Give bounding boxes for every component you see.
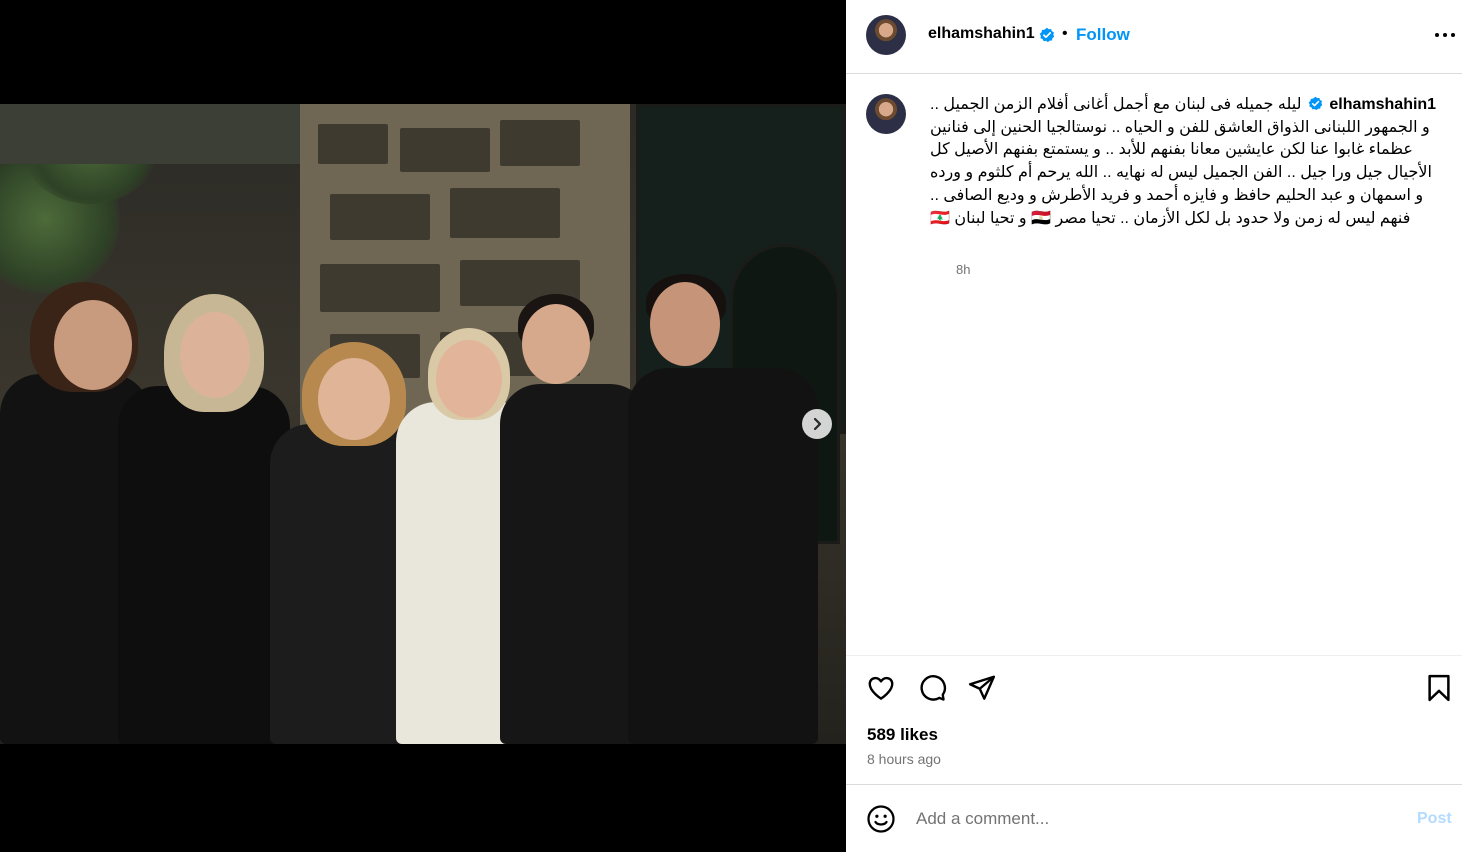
follow-button[interactable]: Follow [1076,25,1130,45]
stone-block [330,194,430,240]
caption-text: ليله جميله فى لبنان مع أجمل أغانى أفلام … [930,96,1432,227]
comment-input[interactable] [916,805,1386,833]
post-photo[interactable] [0,104,846,744]
comment-bar: Post [846,784,1462,852]
post-side-panel: elhamshahin1 • Follow elhamshahin1 ليله … [846,0,1462,852]
caption-username[interactable]: elhamshahin1 [1329,96,1436,113]
likes-count[interactable]: 589 likes [867,725,938,745]
caption-timestamp: 8h [956,262,971,277]
stone-block [500,120,580,166]
share-icon[interactable] [967,673,997,703]
action-bar [846,655,1462,725]
post-date: 8 hours ago [867,751,941,767]
post-comment-button[interactable]: Post [1417,810,1452,828]
avatar[interactable] [866,15,906,55]
stone-block [320,264,440,312]
comment-icon[interactable] [917,673,947,703]
stone-block [400,128,490,172]
separator-dot: • [1062,25,1068,42]
ceiling [0,104,300,164]
stone-block [318,124,388,164]
post-header: elhamshahin1 • Follow [846,0,1462,74]
caption-avatar[interactable] [866,94,906,134]
chevron-right-icon [813,417,822,431]
more-options-icon[interactable] [1434,24,1456,46]
bookmark-icon[interactable] [1424,673,1454,703]
media-pane [0,0,846,852]
header-username[interactable]: elhamshahin1 [928,25,1035,43]
verified-badge-icon [1039,27,1055,43]
stone-block [450,188,560,238]
next-slide-button[interactable] [802,409,832,439]
emoji-icon[interactable] [866,804,896,834]
heart-icon[interactable] [866,673,896,703]
caption-body: elhamshahin1 ليله جميله فى لبنان مع أجمل… [930,94,1438,230]
verified-badge-icon [1308,96,1323,111]
